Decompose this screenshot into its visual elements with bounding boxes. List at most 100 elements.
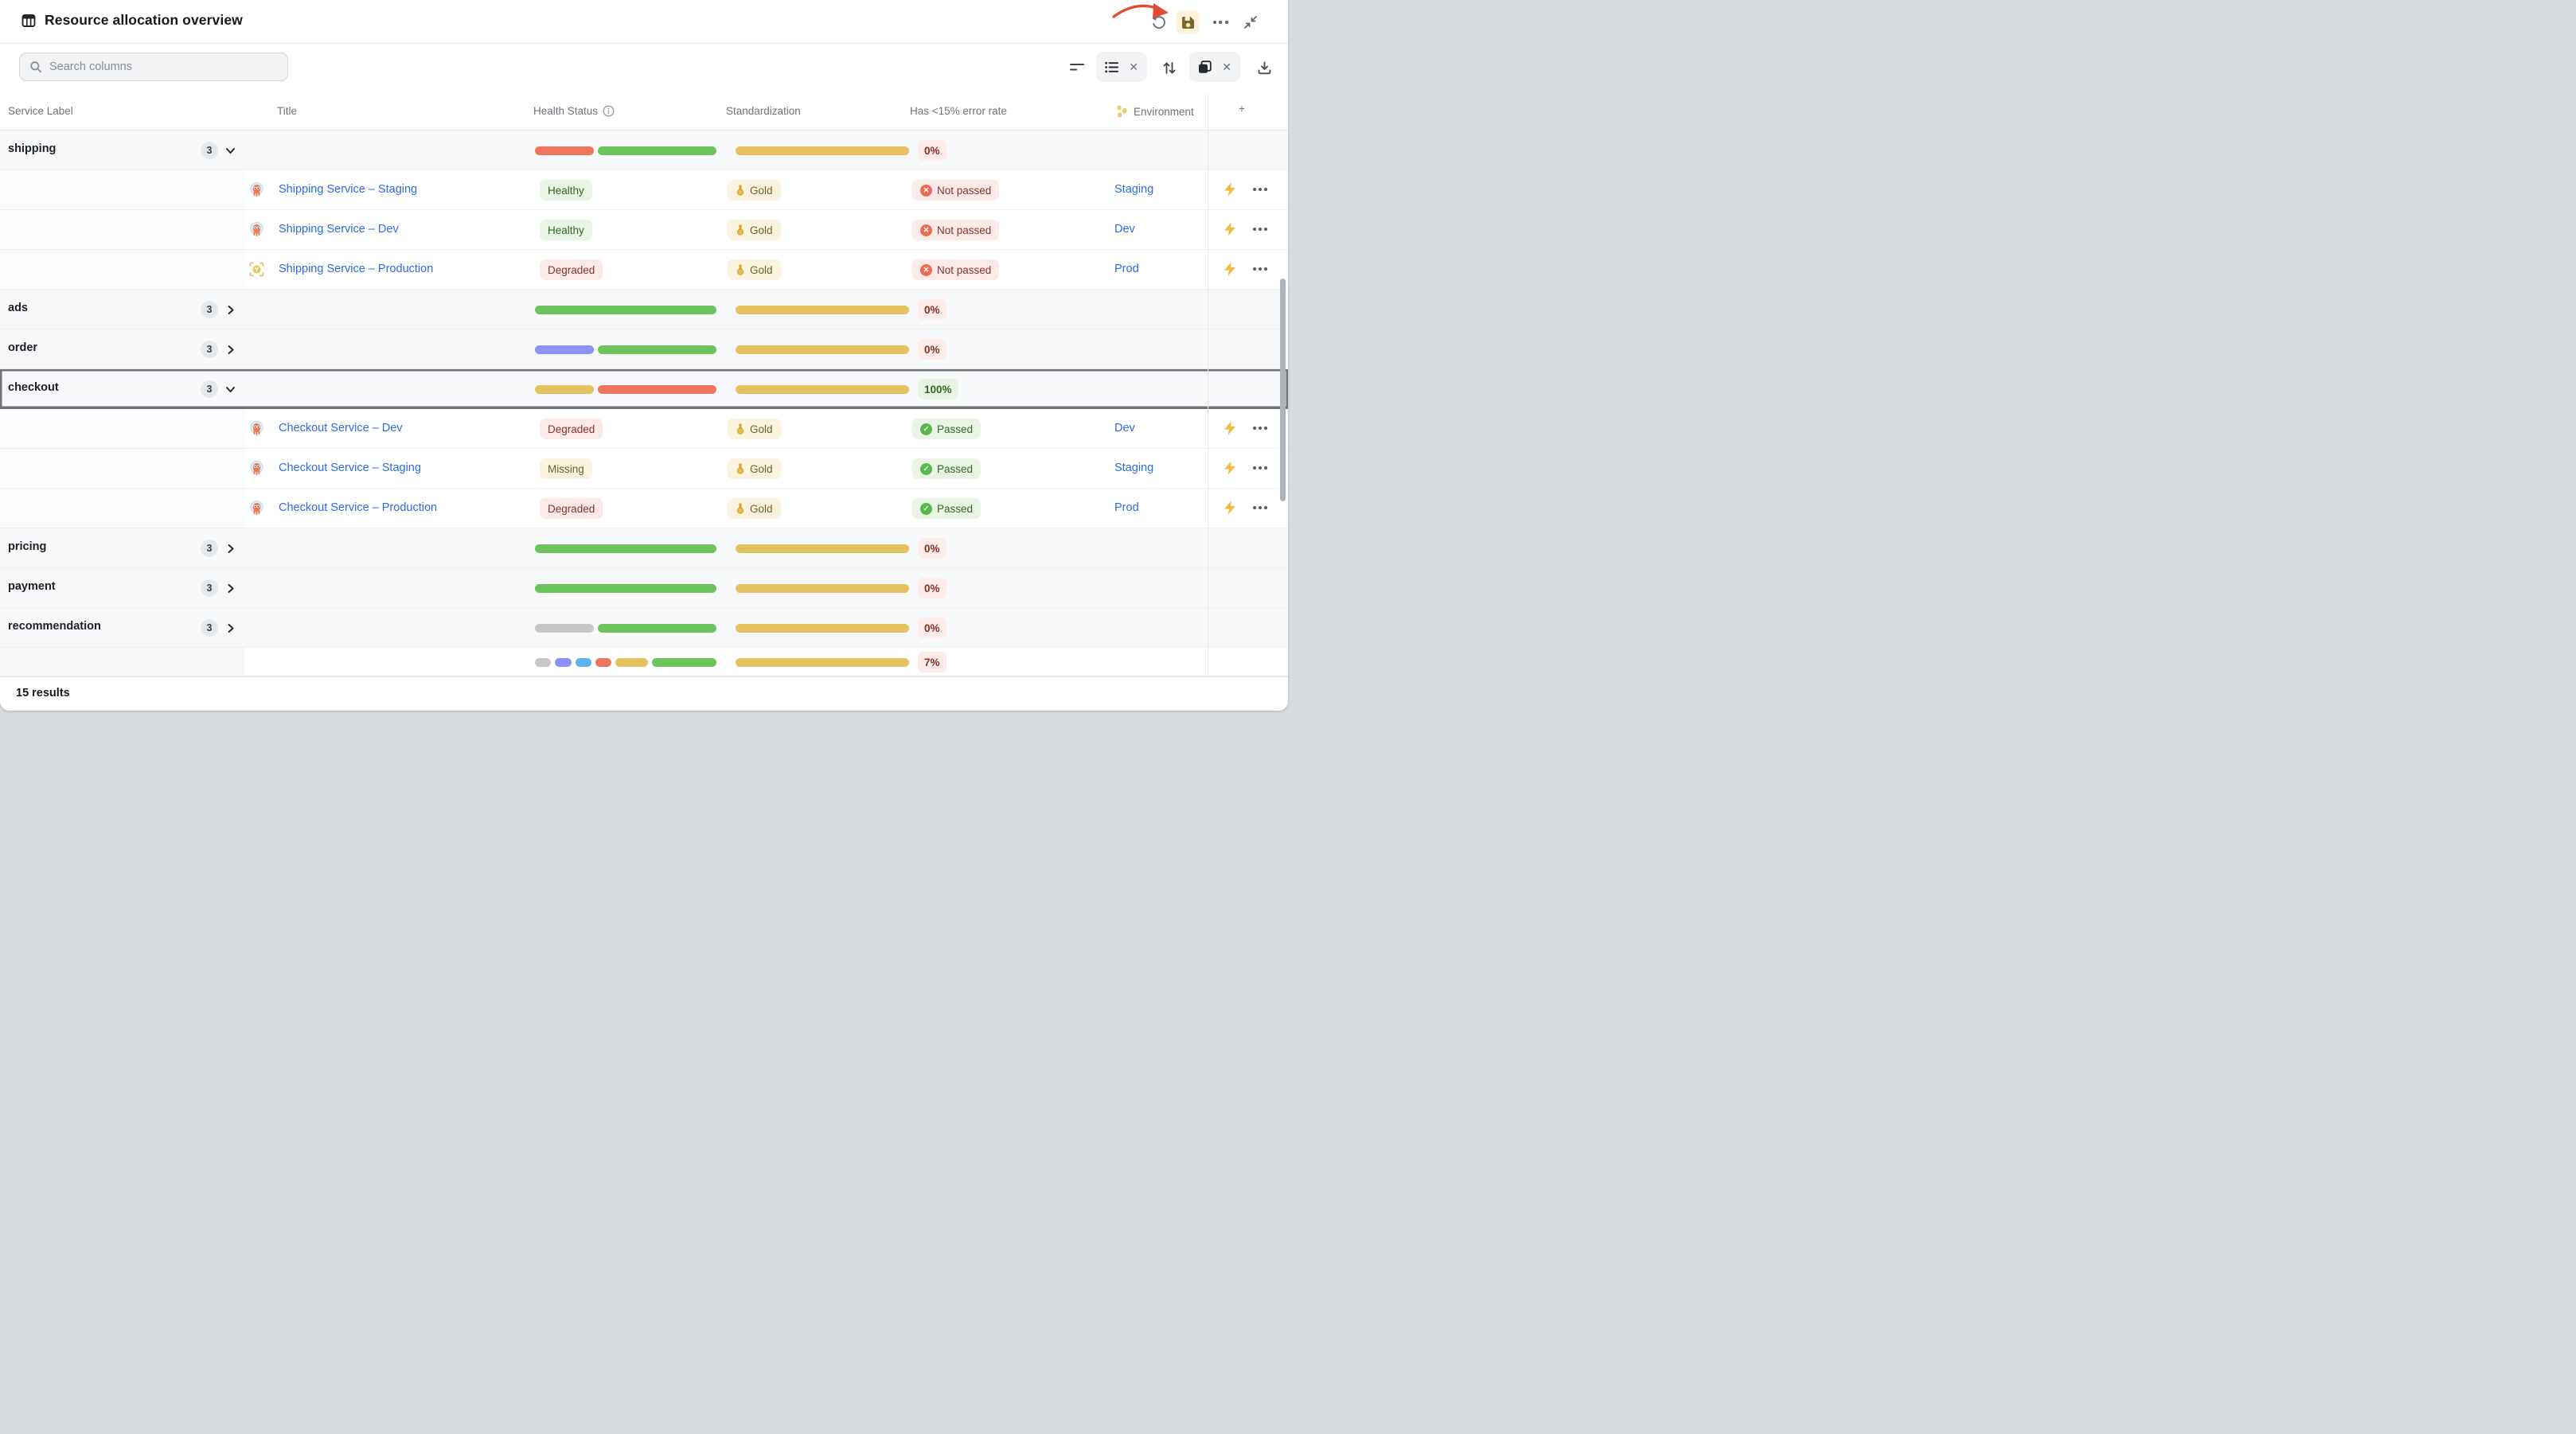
error-rate-badge: 100% [918, 379, 958, 399]
environment-link[interactable]: Dev [1114, 422, 1135, 434]
bar-segment-gray [535, 624, 594, 633]
service-row: Shipping Service – Dev Healthy Gold ✕Not… [0, 210, 1288, 250]
group-row-shipping[interactable]: shipping 3 0% [0, 131, 1288, 170]
clear-view-icon[interactable]: ✕ [1129, 61, 1138, 72]
more-menu-icon[interactable] [1208, 10, 1232, 34]
medal-icon [736, 224, 745, 236]
save-button[interactable] [1176, 10, 1200, 34]
group-row-order[interactable]: order 3 0% [0, 329, 1288, 369]
environment-link[interactable]: Prod [1114, 501, 1139, 514]
col-header-error-rate[interactable]: Has <15% error rate [910, 105, 1007, 117]
bar-segment-yellow [736, 624, 909, 633]
bar-segment-blue [576, 658, 591, 667]
filter-icon[interactable] [1067, 57, 1087, 78]
standardization-bar [736, 345, 909, 354]
group-label: payment [8, 580, 56, 593]
col-header-standardization[interactable]: Standardization [726, 105, 801, 117]
chevron-right-icon[interactable] [225, 345, 236, 355]
gold-service-icon [249, 262, 264, 277]
tier-badge: Gold [728, 498, 781, 519]
fail-icon: ✕ [920, 185, 932, 197]
tier-badge: Gold [728, 180, 781, 201]
service-title-link[interactable]: Shipping Service – Production [279, 263, 433, 275]
health-distribution-bar [535, 306, 716, 314]
download-icon[interactable] [1254, 57, 1274, 78]
chevron-right-icon[interactable] [225, 544, 236, 554]
chevron-right-icon[interactable] [225, 305, 236, 315]
search-box[interactable] [19, 53, 288, 81]
sort-icon[interactable] [1159, 57, 1180, 78]
group-count-badge[interactable]: 3 [201, 619, 218, 637]
group-row-checkout[interactable]: checkout 3 100% [0, 369, 1288, 409]
service-title-link[interactable]: Shipping Service – Dev [279, 223, 399, 236]
chevron-right-icon[interactable] [225, 623, 236, 633]
row-menu-button[interactable] [1253, 188, 1267, 191]
environment-link[interactable]: Prod [1114, 263, 1139, 275]
service-title-link[interactable]: Checkout Service – Staging [279, 462, 421, 474]
service-label-cell [0, 250, 244, 289]
service-row: Checkout Service – Production Degraded G… [0, 489, 1288, 528]
standardization-bar [736, 624, 909, 633]
health-status-badge: Degraded [540, 419, 603, 439]
service-row: Checkout Service – Staging Missing Gold … [0, 449, 1288, 489]
vertical-scrollbar[interactable] [1280, 279, 1286, 501]
lightning-icon[interactable] [1224, 262, 1236, 276]
lightning-icon[interactable] [1224, 421, 1236, 435]
lightning-icon[interactable] [1224, 222, 1236, 236]
error-rate-badge: 0% [918, 538, 946, 559]
bar-segment-yellow [736, 584, 909, 593]
health-distribution-bar [535, 345, 716, 354]
undo-icon[interactable] [1146, 10, 1170, 34]
info-icon[interactable] [603, 105, 615, 117]
search-input[interactable] [49, 60, 278, 73]
group-row-recommendation[interactable]: recommendation 3 0% [0, 608, 1288, 648]
service-row: Checkout Service – Dev Degraded Gold ✓Pa… [0, 409, 1288, 449]
row-menu-button[interactable] [1253, 228, 1267, 231]
bar-segment-green [535, 584, 716, 593]
medal-icon [736, 264, 745, 275]
health-status-badge: Degraded [540, 259, 603, 280]
col-header-title[interactable]: Title [277, 105, 297, 117]
check-icon: ✓ [920, 503, 932, 515]
table-footer: 15 results [0, 676, 1288, 710]
service-title-link[interactable]: Checkout Service – Production [279, 501, 437, 514]
group-row-ads[interactable]: ads 3 0% [0, 290, 1288, 329]
widget-card: Resource allocation overview [0, 0, 1288, 711]
bar-segment-green [652, 658, 716, 667]
environment-link[interactable]: Staging [1114, 183, 1153, 196]
add-column-button[interactable]: + [1239, 103, 1245, 115]
group-count-badge[interactable]: 3 [201, 540, 218, 557]
list-view-icon[interactable] [1105, 61, 1118, 73]
check-badge: ✓Passed [912, 458, 981, 479]
error-rate-badge: 0% [918, 618, 946, 638]
group-count-badge[interactable]: 3 [201, 142, 218, 159]
lightning-icon[interactable] [1224, 182, 1236, 197]
chevron-down-icon[interactable] [225, 384, 236, 395]
group-count-badge[interactable]: 3 [201, 579, 218, 597]
clear-group-by-icon[interactable]: ✕ [1222, 61, 1231, 72]
health-distribution-bar [535, 385, 716, 394]
group-by-icon[interactable] [1198, 60, 1212, 74]
col-header-service-label[interactable]: Service Label [8, 105, 73, 117]
environment-link[interactable]: Dev [1114, 223, 1135, 236]
col-header-health-status[interactable]: Health Status [533, 105, 615, 117]
group-count-badge[interactable]: 3 [201, 301, 218, 318]
col-header-environment[interactable]: Environment [1116, 105, 1194, 118]
table-header-row: Service Label Title Health Status Standa… [0, 93, 1288, 131]
row-menu-button[interactable] [1253, 267, 1267, 271]
lightning-icon[interactable] [1224, 461, 1236, 475]
lightning-icon[interactable] [1224, 501, 1236, 515]
group-row-pricing[interactable]: pricing 3 0% [0, 528, 1288, 568]
service-title-link[interactable]: Shipping Service – Staging [279, 183, 417, 196]
group-count-badge[interactable]: 3 [201, 341, 218, 358]
row-menu-button[interactable] [1253, 506, 1267, 509]
chevron-down-icon[interactable] [225, 146, 236, 156]
row-menu-button[interactable] [1253, 427, 1267, 430]
row-menu-button[interactable] [1253, 466, 1267, 470]
chevron-right-icon[interactable] [225, 583, 236, 594]
group-row-payment[interactable]: payment 3 0% [0, 568, 1288, 608]
group-count-badge[interactable]: 3 [201, 380, 218, 398]
environment-link[interactable]: Staging [1114, 462, 1153, 474]
service-title-link[interactable]: Checkout Service – Dev [279, 422, 403, 434]
collapse-icon[interactable] [1239, 10, 1263, 34]
